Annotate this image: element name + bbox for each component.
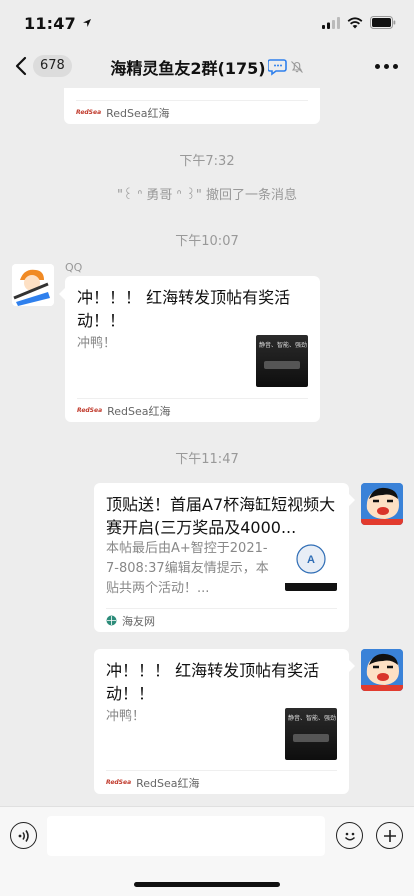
- voice-input-button[interactable]: [10, 822, 37, 849]
- link-thumbnail: A: [285, 539, 337, 591]
- chat-title[interactable]: 海精灵鱼友2群(175): [110, 55, 265, 79]
- shinchan-avatar-icon: [361, 483, 403, 525]
- link-card-haiyou[interactable]: 顶贴送！首届A7杯海缸短视频大赛开启(三万奖品及4000... 本帖最后由A+智…: [94, 483, 349, 632]
- sender-name: QQ: [65, 261, 83, 274]
- chat-header: 678 海精灵鱼友2群(175): [0, 44, 414, 88]
- cartoon-avatar-icon: [12, 264, 54, 306]
- link-source: RedSea RedSea红海: [77, 398, 308, 422]
- more-functions-button[interactable]: [376, 822, 403, 849]
- link-thumbnail: 静音、智能、强劲: [285, 708, 337, 760]
- home-indicator[interactable]: [134, 882, 280, 887]
- link-title: 冲！！！ 红海转发顶帖有奖活动！！: [77, 288, 291, 330]
- link-card-redsea-self[interactable]: 冲！！！ 红海转发顶帖有奖活动！！ 冲鸭！ 静音、智能、强劲 RedSea Re…: [94, 649, 349, 794]
- link-card-partial[interactable]: RedSea RedSea红海: [64, 88, 320, 124]
- avatar-self[interactable]: [361, 649, 403, 691]
- chat-message-list[interactable]: RedSea RedSea红海 下午7:32 "꒰ ᐢ 勇哥 ᐢ ꒱" 撤回了一…: [0, 88, 414, 806]
- avatar-self[interactable]: [361, 483, 403, 525]
- redsea-logo-icon: RedSea: [106, 779, 132, 786]
- svg-text:A: A: [307, 554, 315, 566]
- timestamp: 下午7:32: [179, 154, 235, 169]
- plus-icon: [383, 829, 396, 842]
- link-source: RedSea RedSea红海: [106, 770, 337, 794]
- link-description: 冲鸭！: [77, 336, 117, 351]
- globe-icon: [106, 615, 117, 626]
- timestamp: 下午10:07: [175, 234, 239, 249]
- emoji-icon: [344, 832, 355, 840]
- emoji-button[interactable]: [336, 822, 363, 849]
- link-source: RedSea RedSea红海: [76, 100, 308, 124]
- status-time: 11:47: [24, 14, 92, 33]
- link-description: 本帖最后由A+智控于2021-7-808:37编辑友情提示，本贴共两个活动！..…: [106, 541, 269, 596]
- link-source: 海友网: [106, 608, 337, 632]
- location-icon: [82, 19, 91, 27]
- message-input[interactable]: [47, 816, 325, 856]
- status-bar: 11:47: [0, 0, 414, 44]
- link-title: 冲！！！ 红海转发顶帖有奖活动！！: [106, 661, 320, 703]
- redsea-logo-icon: RedSea: [77, 407, 103, 414]
- avatar[interactable]: [12, 264, 54, 306]
- mute-bell-icon: [290, 61, 303, 73]
- chat-bubble-icon: [267, 59, 287, 76]
- signal-icon: [322, 16, 340, 29]
- battery-icon: [370, 16, 396, 29]
- wifi-icon: [347, 16, 363, 28]
- shinchan-avatar-icon: [361, 649, 403, 691]
- link-description: 冲鸭！: [106, 709, 146, 724]
- recall-user[interactable]: "꒰ ᐢ 勇哥 ᐢ ꒱": [117, 188, 202, 203]
- more-options-button[interactable]: [375, 64, 398, 69]
- voice-icon: [18, 829, 29, 842]
- recall-notice: "꒰ ᐢ 勇哥 ᐢ ꒱" 撤回了一条消息: [116, 188, 298, 203]
- redsea-logo-icon: RedSea: [76, 109, 102, 116]
- link-thumbnail: 静音、智能、强劲: [256, 335, 308, 387]
- timestamp: 下午11:47: [175, 452, 239, 467]
- link-card-redsea[interactable]: 冲！！！ 红海转发顶帖有奖活动！！ 冲鸭！ 静音、智能、强劲 RedSea Re…: [65, 276, 320, 422]
- link-title: 顶贴送！首届A7杯海缸短视频大赛开启(三万奖品及4000...: [106, 495, 336, 537]
